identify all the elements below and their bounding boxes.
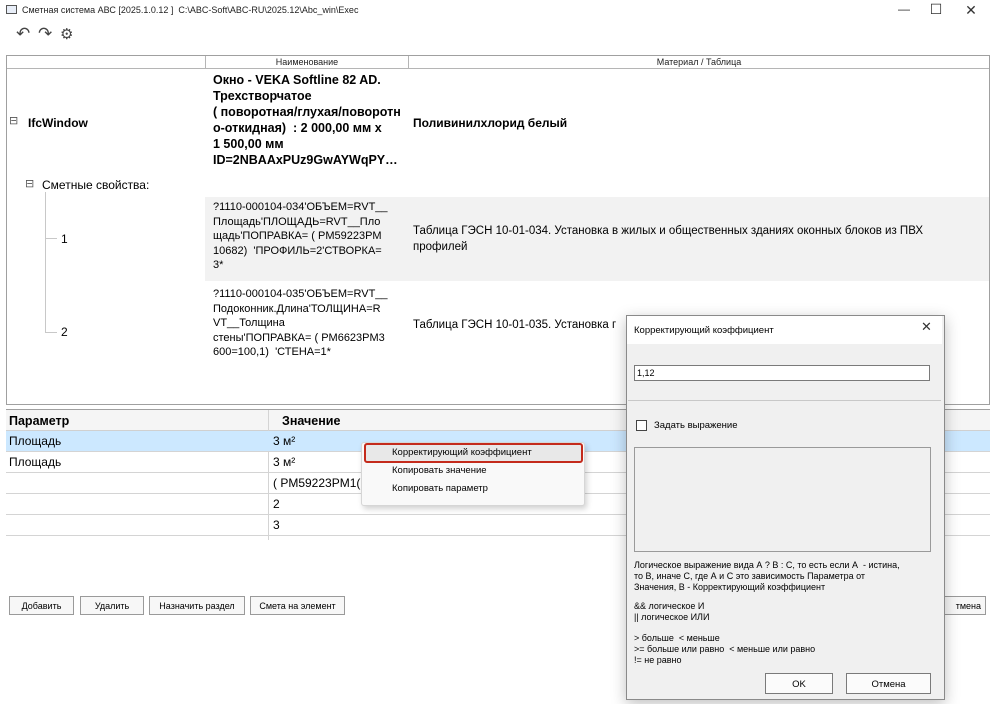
redo-icon[interactable]: ↷ bbox=[38, 24, 52, 44]
tree-root-name-line: Трехстворчатое bbox=[213, 89, 312, 103]
column-header-name[interactable]: Наименование bbox=[206, 57, 408, 67]
cancel-button[interactable]: Отмена bbox=[846, 673, 931, 694]
params-cell-value[interactable]: 3 м² bbox=[273, 455, 295, 470]
app-icon bbox=[6, 5, 17, 14]
expression-checkbox-label[interactable]: Задать выражение bbox=[654, 420, 738, 431]
cancel-button-main[interactable]: тмена bbox=[938, 596, 986, 615]
operator-line: || логическое ИЛИ bbox=[634, 612, 710, 622]
params-col-divider bbox=[268, 410, 269, 540]
tree-child-name-line: 600=100,1) 'СТЕНА=1* bbox=[213, 346, 331, 358]
tree-root-material: Поливинилхлорид белый bbox=[413, 116, 568, 130]
dialog-close-button[interactable]: ✕ bbox=[921, 319, 932, 335]
tree-root-expander[interactable]: ⊟ bbox=[9, 114, 18, 127]
add-button[interactable]: Добавить bbox=[9, 596, 74, 615]
operator-line: != не равно bbox=[634, 655, 682, 665]
ok-button[interactable]: OK bbox=[765, 673, 833, 694]
tree-child-num: 1 bbox=[61, 232, 68, 246]
window-title: Сметная система АВС [2025.1.0.12 ] C:\AB… bbox=[22, 5, 359, 15]
help-line: Значения, В - Корректирующий коэффициент bbox=[634, 582, 826, 592]
tree-child-name: ?1110-000104-034'ОБЪЕМ=RVT__ Площадь'ПЛО… bbox=[213, 200, 413, 273]
tree-child-name-line: ?1110-000104-034'ОБЪЕМ=RVT__ bbox=[213, 201, 388, 213]
tree-child-name-line: Площадь'ПЛОЩАДЬ=RVT__Пло bbox=[213, 215, 381, 228]
delete-button[interactable]: Удалить bbox=[80, 596, 144, 615]
help-line: то В, иначе С, где А и С это зависимость… bbox=[634, 571, 866, 581]
tree-group-expander[interactable]: ⊟ bbox=[25, 177, 34, 190]
tree-child-name-line: VT__Толщина bbox=[213, 317, 285, 329]
coefficient-input[interactable] bbox=[634, 365, 930, 381]
dialog-separator bbox=[628, 400, 941, 401]
operator-line: && логическое И bbox=[634, 601, 705, 611]
tree-child-table-line: Таблица ГЭСН 10-01-035. Установка г bbox=[413, 319, 617, 331]
tree-child-name-line: щадь'ПОПРАВКА= ( PM59223PM bbox=[213, 230, 382, 242]
operator-line: >= больше или равно < меньше или равно bbox=[634, 644, 816, 654]
column-header-material[interactable]: Материал / Таблица bbox=[409, 57, 989, 67]
tree-connector bbox=[45, 192, 46, 332]
minimize-button[interactable]: — bbox=[889, 2, 919, 16]
tree-child-table: Таблица ГЭСН 10-01-034. Установка в жилы… bbox=[413, 223, 983, 255]
settings-icon[interactable]: ⚙ bbox=[60, 25, 73, 43]
menu-item-copy-parameter[interactable]: Копировать параметр bbox=[392, 483, 488, 494]
tree-group-label[interactable]: Сметные свойства: bbox=[42, 178, 149, 193]
menu-item-copy-value[interactable]: Копировать значение bbox=[392, 465, 487, 476]
params-cell-value[interactable]: 3 м² bbox=[273, 434, 295, 449]
close-button[interactable]: ✕ bbox=[956, 2, 986, 19]
operator-line: > больше < меньше bbox=[634, 633, 720, 643]
params-header-value[interactable]: Значение bbox=[282, 413, 340, 429]
undo-icon[interactable]: ↶ bbox=[16, 24, 30, 44]
maximize-button[interactable]: ☐ bbox=[921, 1, 951, 18]
tree-child-name-line: стены'ПОПРАВКА= ( PM6623PM3 bbox=[213, 331, 385, 344]
tree-child-name-line: ?1110-000104-035'ОБЪЕМ=RVT__ bbox=[213, 288, 388, 300]
tree-root-name-line: Окно - VEKA Softline 82 AD. bbox=[213, 73, 381, 87]
tree-connector bbox=[45, 332, 57, 333]
tree-root-name: Окно - VEKA Softline 82 AD. Трехстворчат… bbox=[213, 72, 413, 168]
tree-connector bbox=[45, 238, 57, 239]
help-text: Логическое выражение вида А ? В : С, то … bbox=[634, 560, 934, 593]
params-cell-value[interactable]: ( PM59223PM1( bbox=[273, 476, 363, 491]
tree-child-name: ?1110-000104-035'ОБЪЕМ=RVT__ Подоконник.… bbox=[213, 287, 413, 360]
tree-child-name-line: 3* bbox=[213, 259, 224, 271]
tree-root-name-line: о-откидная) : 2 000,00 мм x bbox=[213, 121, 382, 135]
logic-operators: && логическое И || логическое ИЛИ bbox=[634, 601, 934, 623]
tree-child-table-line: Таблица ГЭСН 10-01-034. Установка в жилы… bbox=[413, 225, 924, 237]
dialog-title: Корректирующий коэффициент bbox=[634, 325, 774, 336]
params-header-param[interactable]: Параметр bbox=[9, 413, 69, 429]
params-cell-param[interactable]: Площадь bbox=[9, 455, 61, 470]
params-cell-value[interactable]: 3 bbox=[273, 518, 280, 533]
help-line: Логическое выражение вида А ? В : С, то … bbox=[634, 560, 900, 570]
compare-operators: > больше < меньше >= больше или равно < … bbox=[634, 633, 934, 666]
expression-checkbox[interactable] bbox=[636, 420, 647, 431]
assign-section-button[interactable]: Назначить раздел bbox=[149, 596, 245, 615]
estimate-element-button[interactable]: Смета на элемент bbox=[250, 596, 345, 615]
menu-item-correction-coef[interactable]: Корректирующий коэффициент bbox=[392, 447, 532, 458]
tree-child-table-line: профилей bbox=[413, 241, 468, 253]
expression-textarea[interactable] bbox=[634, 447, 931, 552]
tree-root-name-line: 1 500,00 мм bbox=[213, 137, 284, 151]
tree-child-name-line: 10682) 'ПРОФИЛЬ=2'СТВОРКА= bbox=[213, 244, 382, 257]
tree-root-name-line: ID=2NBAAxPUz9GwAYWqPY… bbox=[213, 153, 398, 167]
tree-root-name-line: ( поворотная/глухая/поворотн bbox=[213, 105, 401, 119]
params-cell-param[interactable]: Площадь bbox=[9, 434, 61, 449]
tree-root-label[interactable]: IfcWindow bbox=[28, 115, 88, 131]
params-cell-value[interactable]: 2 bbox=[273, 497, 280, 512]
tree-child-name-line: Подоконник.Длина'ТОЛЩИНА=R bbox=[213, 302, 381, 315]
tree-child-num: 2 bbox=[61, 325, 68, 339]
